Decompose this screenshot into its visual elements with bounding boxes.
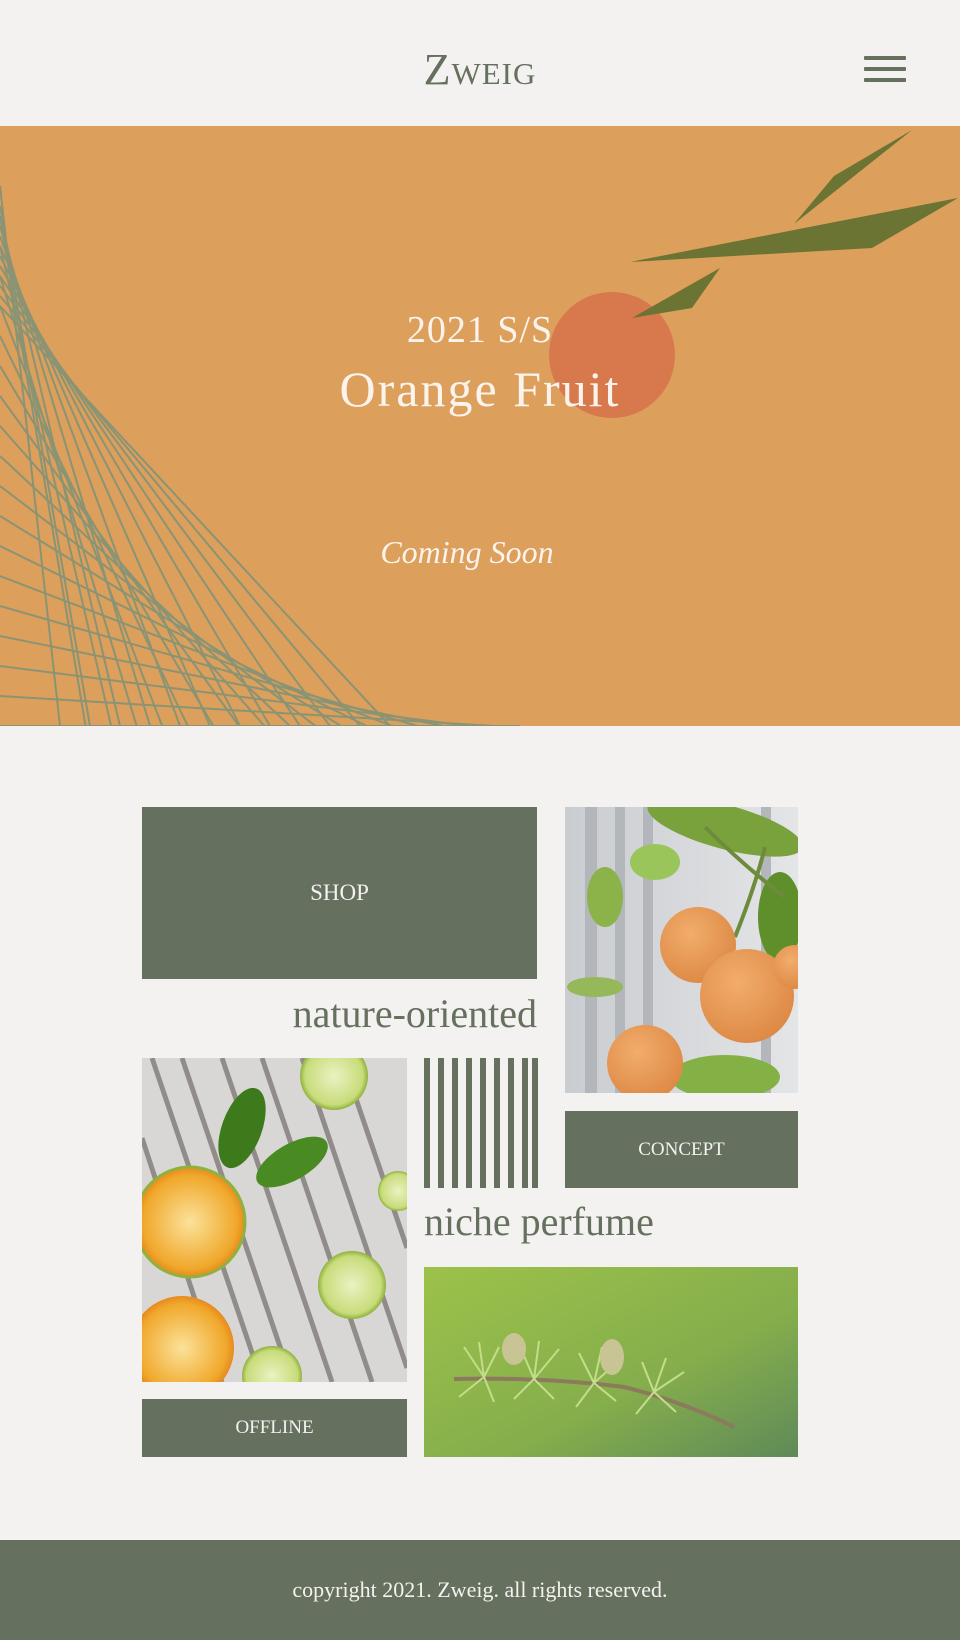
sliced-citrus-photo xyxy=(142,1058,407,1382)
hamburger-menu-icon[interactable] xyxy=(864,56,906,86)
concept-label: CONCEPT xyxy=(638,1138,725,1160)
shop-label: SHOP xyxy=(310,880,369,905)
leaf-shape-top xyxy=(794,130,912,224)
string-art-lines xyxy=(0,185,520,726)
site-logo[interactable]: Zweig xyxy=(0,44,960,95)
offline-button[interactable]: OFFLINE xyxy=(142,1399,407,1457)
site-footer: copyright 2021. Zweig. all rights reserv… xyxy=(0,1540,960,1640)
hero-season: 2021 S/S xyxy=(406,309,554,351)
hero-title: Orange Fruit xyxy=(339,361,621,417)
hero-decoration xyxy=(0,130,958,726)
leaf-shape-large xyxy=(630,198,958,262)
stripe-decoration xyxy=(424,1058,538,1188)
hero-banner: 2021 S/S Orange Fruit Coming Soon xyxy=(0,126,960,726)
pine-branch-photo xyxy=(424,1267,798,1457)
site-header: Zweig xyxy=(0,0,960,126)
niche-perfume-text: niche perfume xyxy=(424,1199,654,1244)
copyright-text: copyright 2021. Zweig. all rights reserv… xyxy=(292,1577,668,1602)
shop-button[interactable]: SHOP xyxy=(142,807,537,979)
orange-tree-photo xyxy=(565,807,798,1093)
hero-coming-soon: Coming Soon xyxy=(380,534,554,570)
offline-label: OFFLINE xyxy=(235,1417,314,1438)
concept-button[interactable]: CONCEPT xyxy=(565,1111,798,1188)
nature-oriented-text: nature-oriented xyxy=(292,991,537,1036)
